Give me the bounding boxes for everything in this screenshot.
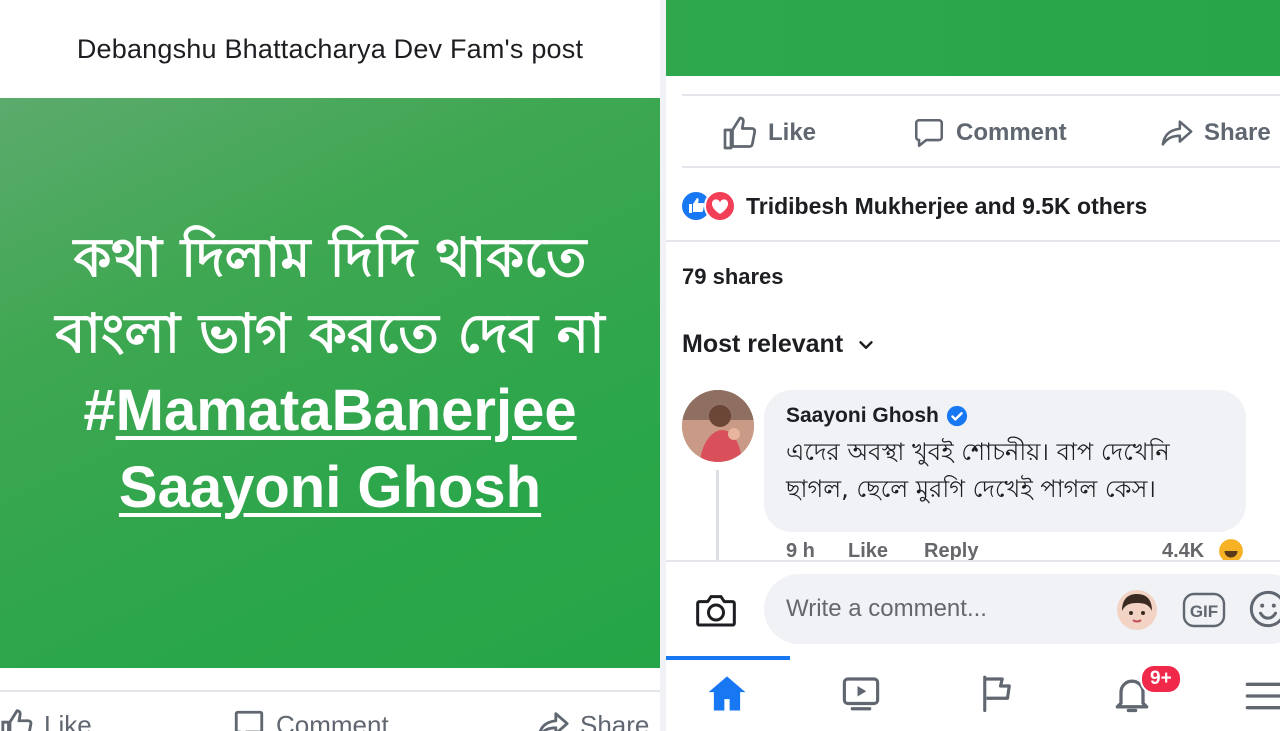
post-image-bottom[interactable] bbox=[666, 0, 1280, 76]
avatar-sticker-button[interactable] bbox=[1116, 589, 1158, 636]
post-header-title: Debangshu Bhattacharya Dev Fam's post bbox=[76, 33, 584, 64]
verified-badge-icon bbox=[946, 405, 967, 427]
smiley-icon bbox=[1249, 590, 1280, 628]
comment-author-name: Saayoni Ghosh bbox=[786, 404, 939, 427]
post-image-card[interactable]: কথা দিলাম দিদি থাকতে বাংলা ভাগ করতে দেব … bbox=[0, 98, 660, 668]
gif-icon: GIF bbox=[1182, 592, 1226, 628]
mention-line: Saayoni Ghosh bbox=[119, 450, 541, 527]
post-header: Debangshu Bhattacharya Dev Fam's post bbox=[0, 0, 660, 98]
camera-button[interactable] bbox=[694, 590, 738, 635]
comment-icon bbox=[234, 710, 264, 731]
comment: Saayoni Ghosh এদের অবস্থা খুবই শোচনীয়। … bbox=[666, 388, 1280, 560]
comment-label: Comment bbox=[956, 119, 1067, 146]
home-icon bbox=[708, 676, 746, 711]
bottom-tab-bar: 9+ bbox=[666, 656, 1280, 731]
left-like-label: Like bbox=[44, 709, 92, 731]
camera-icon bbox=[696, 595, 736, 627]
left-share-button[interactable]: Share bbox=[536, 708, 649, 731]
comment-sort-dropdown[interactable]: Most relevant bbox=[682, 330, 877, 359]
comment-text-line-1: এদের অবস্থা খুবই শোচনীয়। বাপ দেখেনি bbox=[786, 438, 1170, 466]
thumbs-up-icon bbox=[1, 709, 33, 731]
divider bbox=[682, 166, 1280, 168]
tab-watch[interactable] bbox=[838, 672, 884, 719]
hashtag-link-mamata[interactable]: MamataBanerjee bbox=[116, 378, 577, 443]
left-post-actions: Like Comment Share bbox=[0, 708, 660, 731]
reactions-summary-text: Tridibesh Mukherjee and 9.5K others bbox=[746, 192, 1148, 219]
left-comment-button[interactable]: Comment bbox=[232, 708, 389, 731]
comment-icon bbox=[914, 118, 944, 148]
post-text-line-1: কথা দিলাম দিদি থাকতে bbox=[73, 225, 587, 289]
comment-button[interactable]: Comment bbox=[912, 108, 1067, 158]
like-button[interactable]: Like bbox=[722, 108, 816, 158]
gif-button[interactable]: GIF bbox=[1182, 592, 1226, 633]
notification-badge: 9+ bbox=[1140, 664, 1182, 694]
tab-home[interactable] bbox=[704, 672, 750, 719]
comment-composer: Write a comment... GIF bbox=[666, 560, 1280, 656]
reaction-icons bbox=[680, 190, 738, 222]
shares-count[interactable]: 79 shares bbox=[682, 264, 784, 290]
thumbs-up-icon bbox=[723, 116, 757, 150]
active-tab-indicator bbox=[666, 656, 790, 660]
comment-input-placeholder: Write a comment... bbox=[786, 595, 987, 622]
share-button[interactable]: Share bbox=[1160, 108, 1271, 158]
svg-text:GIF: GIF bbox=[1190, 602, 1218, 621]
left-share-label: Share bbox=[580, 709, 650, 731]
divider bbox=[666, 240, 1280, 242]
share-icon bbox=[1161, 120, 1193, 146]
chevron-down-icon bbox=[859, 340, 873, 349]
share-label: Share bbox=[1204, 119, 1271, 146]
post-text-line-2: বাংলা ভাগ করতে দেব না bbox=[55, 302, 605, 366]
profile-photo bbox=[682, 390, 754, 462]
comment-text-line-2: ছাগল, ছেলে মুরগি দেখেই পাগল কেস। bbox=[786, 475, 1156, 504]
left-like-button[interactable]: Like bbox=[0, 708, 92, 731]
hashtag-prefix: # bbox=[83, 378, 116, 444]
comment-text: এদের অবস্থা খুবই শোচনীয়। বাপ দেখেনি ছাগ… bbox=[786, 434, 1226, 508]
comment-bubble[interactable]: Saayoni Ghosh এদের অবস্থা খুবই শোচনীয়। … bbox=[764, 390, 1246, 532]
love-reaction-icon bbox=[704, 190, 736, 222]
comment-meta: 9 h Like Reply 4.4K bbox=[786, 538, 1266, 560]
haha-reaction-icon bbox=[1218, 538, 1244, 560]
comment-author[interactable]: Saayoni Ghosh bbox=[786, 404, 1226, 428]
hashtag-line: #MamataBanerjee bbox=[83, 373, 576, 450]
thread-line bbox=[716, 470, 719, 560]
tab-menu[interactable] bbox=[1242, 676, 1280, 721]
hamburger-menu-icon bbox=[1245, 682, 1280, 710]
tab-pages[interactable] bbox=[976, 672, 1018, 719]
post-actions-bar: Like Comment Share bbox=[666, 108, 1280, 158]
avatar-sticker-icon bbox=[1117, 590, 1157, 630]
divider bbox=[682, 94, 1280, 96]
reactions-summary[interactable]: Tridibesh Mukherjee and 9.5K others bbox=[680, 186, 1147, 226]
right-post-panel: Like Comment Share Tridibesh Mukherjee a… bbox=[666, 0, 1280, 731]
divider bbox=[0, 690, 660, 692]
emoji-button[interactable] bbox=[1248, 589, 1280, 634]
comment-input[interactable]: Write a comment... GIF bbox=[764, 574, 1280, 644]
mention-link-saayoni[interactable]: Saayoni Ghosh bbox=[119, 455, 541, 520]
left-post-panel: Debangshu Bhattacharya Dev Fam's post কথ… bbox=[0, 0, 660, 731]
avatar[interactable] bbox=[682, 390, 754, 462]
comment-reaction-count[interactable]: 4.4K bbox=[1162, 540, 1204, 560]
comment-time[interactable]: 9 h bbox=[786, 540, 815, 560]
left-comment-label: Comment bbox=[276, 709, 389, 731]
like-label: Like bbox=[768, 119, 817, 146]
video-icon bbox=[842, 677, 880, 711]
sort-label: Most relevant bbox=[682, 330, 844, 358]
comment-reply-button[interactable]: Reply bbox=[924, 540, 978, 560]
share-icon bbox=[538, 712, 569, 731]
flag-icon bbox=[983, 675, 1011, 713]
comment-like-button[interactable]: Like bbox=[848, 540, 888, 560]
